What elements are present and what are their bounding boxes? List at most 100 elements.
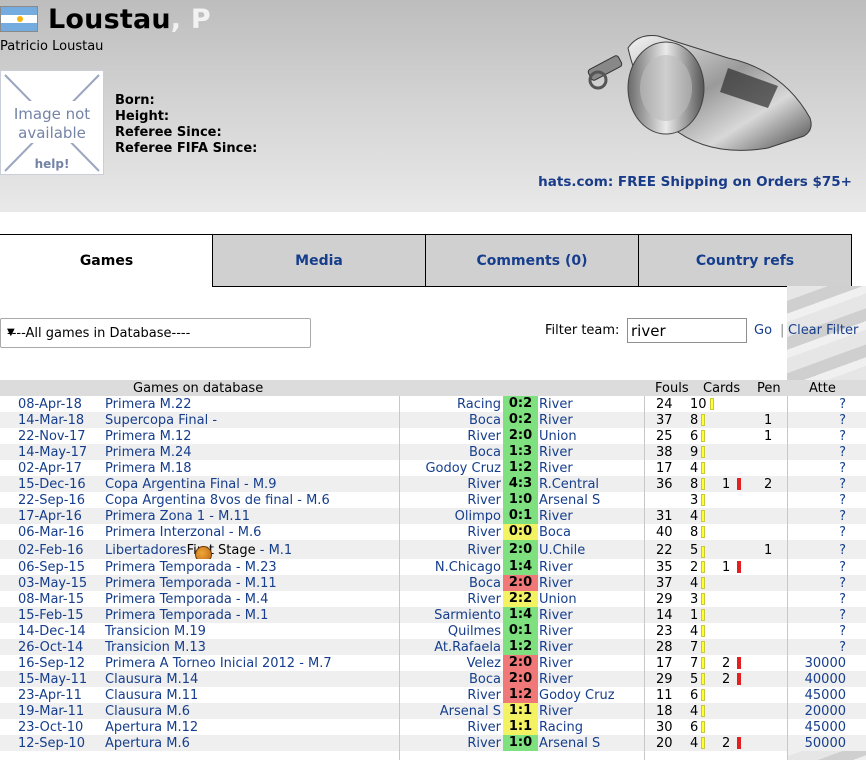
score-link[interactable]: 1:0 — [503, 492, 538, 508]
attendance-link[interactable]: 20000 — [805, 704, 846, 719]
away-team-link[interactable]: River — [539, 656, 573, 671]
home-team-link[interactable]: Boca — [469, 672, 501, 687]
attendance-link[interactable]: ? — [839, 576, 846, 591]
score-link[interactable]: 1:1 — [503, 703, 538, 719]
away-team-link[interactable]: Arsenal S — [539, 493, 600, 508]
no-image-placeholder[interactable]: Image not available help! — [0, 70, 104, 175]
score-link[interactable]: 1:2 — [503, 639, 538, 655]
game-date-link[interactable]: 14-May-17 — [18, 445, 87, 460]
home-team-link[interactable]: Olimpo — [455, 509, 501, 524]
away-team-link[interactable]: River — [539, 704, 573, 719]
away-team-link[interactable]: River — [539, 624, 573, 639]
competition-link[interactable]: Apertura M.6 — [105, 736, 190, 751]
competition-link[interactable]: Primera M.12 — [105, 429, 192, 444]
attendance-link[interactable]: 45000 — [805, 688, 846, 703]
home-team-link[interactable]: River — [467, 493, 501, 508]
competition-link[interactable]: Clausura M.11 — [105, 688, 198, 703]
away-team-link[interactable]: River — [539, 445, 573, 460]
competition-link[interactable]: Copa Argentina Final - M.9 — [105, 477, 276, 492]
competition-link[interactable]: Primera M.18 — [105, 461, 192, 476]
competition-link[interactable]: Primera Zona 1 - M.11 — [105, 509, 250, 524]
competition-link[interactable]: Copa Argentina 8vos de final - M.6 — [105, 493, 330, 508]
away-team-link[interactable]: Godoy Cruz — [539, 688, 615, 703]
game-date-link[interactable]: 08-Mar-15 — [18, 592, 84, 607]
competition-link[interactable]: Primera Temporada - M.1 — [105, 608, 268, 623]
filter-team-input[interactable] — [627, 318, 747, 343]
home-team-link[interactable]: Boca — [469, 445, 501, 460]
game-date-link[interactable]: 22-Sep-16 — [18, 493, 85, 508]
score-link[interactable]: 0:1 — [503, 508, 538, 524]
home-team-link[interactable]: River — [467, 592, 501, 607]
competition-link[interactable]: Libertadores First Stage - M.1 — [105, 543, 292, 563]
home-team-link[interactable]: Boca — [469, 576, 501, 591]
score-link[interactable]: 1:2 — [503, 460, 538, 476]
score-link[interactable]: 1:4 — [503, 559, 538, 575]
score-link[interactable]: 1:0 — [503, 735, 538, 751]
attendance-link[interactable]: ? — [839, 493, 846, 508]
away-team-link[interactable]: River — [539, 413, 573, 428]
clear-filter-link[interactable]: Clear Filter — [788, 323, 858, 338]
away-team-link[interactable]: River — [539, 509, 573, 524]
tab-country-refs[interactable]: Country refs — [638, 234, 852, 287]
score-link[interactable]: 0:2 — [503, 412, 538, 428]
home-team-link[interactable]: River — [467, 688, 501, 703]
game-date-link[interactable]: 15-Dec-16 — [18, 477, 86, 492]
competition-link[interactable]: Supercopa Final - — [105, 413, 217, 428]
away-team-link[interactable]: Boca — [539, 525, 571, 540]
attendance-link[interactable]: ? — [839, 397, 846, 412]
go-link[interactable]: Go — [754, 323, 772, 338]
home-team-link[interactable]: Godoy Cruz — [425, 461, 501, 476]
away-team-link[interactable]: River — [539, 608, 573, 623]
game-date-link[interactable]: 15-Feb-15 — [18, 608, 83, 623]
game-date-link[interactable]: 06-Mar-16 — [18, 525, 84, 540]
tab-media[interactable]: Media — [212, 234, 426, 287]
competition-link[interactable]: Primera Interzonal - M.6 — [105, 525, 261, 540]
ad-link[interactable]: hats.com: FREE Shipping on Orders $75+ — [538, 174, 852, 190]
attendance-link[interactable]: 45000 — [805, 720, 846, 735]
away-team-link[interactable]: Arsenal S — [539, 736, 600, 751]
game-date-link[interactable]: 23-Apr-11 — [18, 688, 82, 703]
game-date-link[interactable]: 02-Apr-17 — [18, 461, 82, 476]
score-link[interactable]: 2:0 — [503, 575, 538, 591]
away-team-link[interactable]: U.Chile — [539, 543, 585, 558]
home-team-link[interactable]: River — [467, 525, 501, 540]
away-team-link[interactable]: Union — [539, 592, 577, 607]
game-date-link[interactable]: 08-Apr-18 — [18, 397, 82, 412]
attendance-link[interactable]: ? — [839, 624, 846, 639]
home-team-link[interactable]: River — [467, 543, 501, 558]
score-link[interactable]: 2:0 — [503, 428, 538, 444]
away-team-link[interactable]: River — [539, 397, 573, 412]
game-date-link[interactable]: 17-Apr-16 — [18, 509, 82, 524]
score-link[interactable]: 1:1 — [503, 719, 538, 735]
home-team-link[interactable]: Arsenal S — [440, 704, 501, 719]
home-team-link[interactable]: N.Chicago — [435, 560, 501, 575]
attendance-link[interactable]: ? — [839, 461, 846, 476]
competition-link[interactable]: Clausura M.14 — [105, 672, 198, 687]
score-link[interactable]: 2:2 — [503, 591, 538, 607]
home-team-link[interactable]: River — [467, 736, 501, 751]
score-link[interactable]: 1:3 — [503, 444, 538, 460]
tab-games[interactable]: Games — [0, 234, 213, 287]
away-team-link[interactable]: River — [539, 672, 573, 687]
game-date-link[interactable]: 16-Sep-12 — [18, 656, 85, 671]
attendance-link[interactable]: ? — [839, 525, 846, 540]
tab-comments[interactable]: Comments (0) — [425, 234, 639, 287]
attendance-link[interactable]: ? — [839, 640, 846, 655]
score-link[interactable]: 0:0 — [503, 524, 538, 540]
game-date-link[interactable]: 03-May-15 — [18, 576, 87, 591]
game-date-link[interactable]: 14-Mar-18 — [18, 413, 84, 428]
attendance-link[interactable]: ? — [839, 477, 846, 492]
game-date-link[interactable]: 12-Sep-10 — [18, 736, 85, 751]
home-team-link[interactable]: Velez — [467, 656, 501, 671]
attendance-link[interactable]: ? — [839, 543, 846, 558]
games-scope-select[interactable]: ----All games in Database---- ▼ — [0, 318, 311, 348]
competition-link[interactable]: Primera M.22 — [105, 397, 192, 412]
score-link[interactable]: 0:2 — [503, 396, 538, 412]
home-team-link[interactable]: Sarmiento — [434, 608, 501, 623]
home-team-link[interactable]: At.Rafaela — [434, 640, 501, 655]
game-date-link[interactable]: 23-Oct-10 — [18, 720, 83, 735]
away-team-link[interactable]: River — [539, 560, 573, 575]
home-team-link[interactable]: River — [467, 429, 501, 444]
game-date-link[interactable]: 02-Feb-16 — [18, 543, 83, 558]
game-date-link[interactable]: 15-May-11 — [18, 672, 87, 687]
